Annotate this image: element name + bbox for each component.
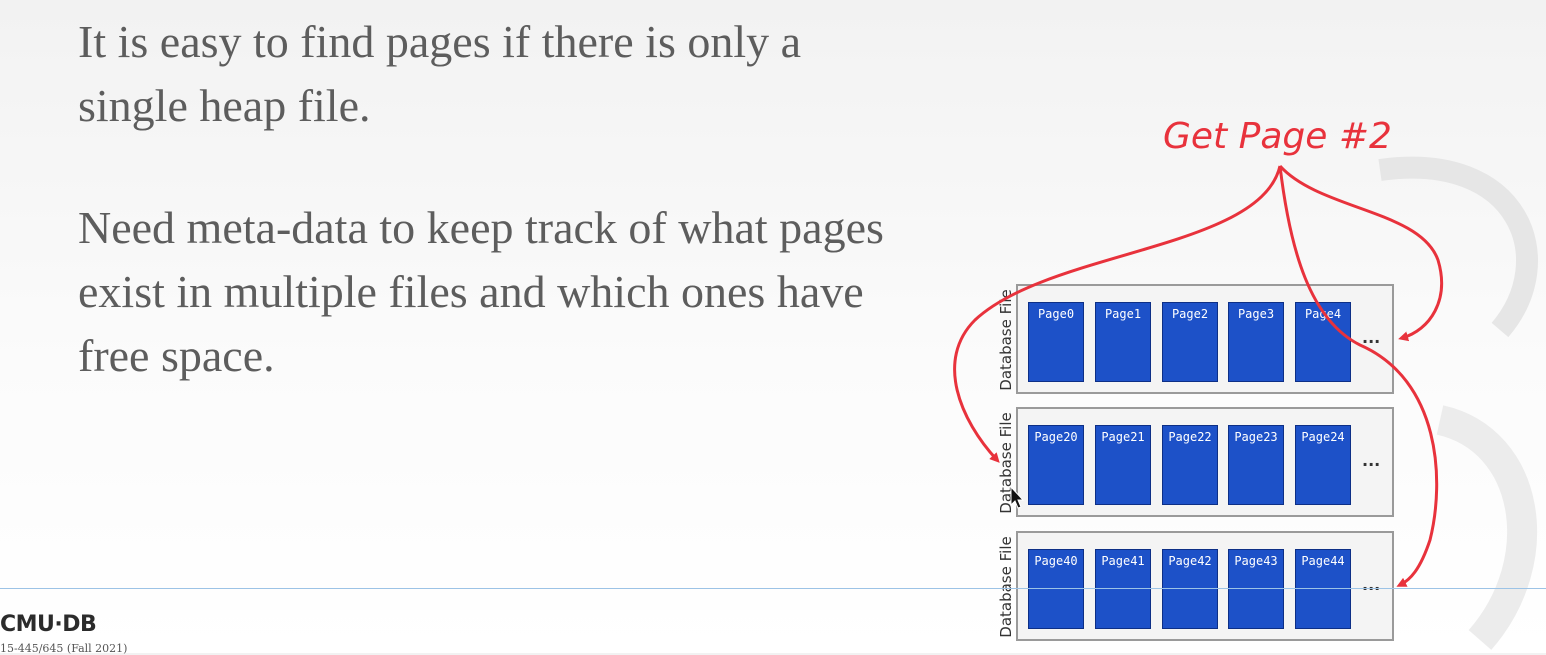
- database-file-1: Page20 Page21 Page22 Page23 Page24 ...: [1016, 407, 1394, 517]
- bullet-text-metadata: Need meta-data to keep track of what pag…: [78, 202, 884, 381]
- database-file-0: Page0 Page1 Page2 Page3 Page4 ...: [1016, 284, 1394, 394]
- page-block: Page1: [1095, 302, 1151, 382]
- page-block: Page44: [1295, 549, 1351, 629]
- page-block: Page20: [1028, 425, 1084, 505]
- get-page-callout: Get Page #2: [1163, 116, 1392, 157]
- course-label: 15-445/645 (Fall 2021): [0, 642, 128, 655]
- mouse-cursor-icon: [1010, 486, 1025, 509]
- bullet-text-single-heap-file: It is easy to find pages if there is onl…: [78, 16, 802, 131]
- page-block: Page22: [1162, 425, 1218, 505]
- page-block: Page40: [1028, 549, 1084, 629]
- database-file-label: Database File: [997, 536, 1015, 638]
- page-block: Page43: [1228, 549, 1284, 629]
- page-block: Page41: [1095, 549, 1151, 629]
- database-file-2: Page40 Page41 Page42 Page43 Page44 ...: [1016, 531, 1394, 641]
- cmu-db-logo: CMU·DB: [0, 612, 97, 637]
- database-file-label: Database File: [997, 289, 1015, 391]
- page-block: Page4: [1295, 302, 1351, 382]
- more-pages-ellipsis: ...: [1362, 451, 1381, 470]
- page-block: Page24: [1295, 425, 1351, 505]
- footer-divider: [0, 588, 1546, 589]
- page-block: Page3: [1228, 302, 1284, 382]
- page-block: Page2: [1162, 302, 1218, 382]
- page-block: Page42: [1162, 549, 1218, 629]
- page-block: Page23: [1228, 425, 1284, 505]
- page-block: Page0: [1028, 302, 1084, 382]
- more-pages-ellipsis: ...: [1362, 328, 1381, 347]
- page-block: Page21: [1095, 425, 1151, 505]
- more-pages-ellipsis: ...: [1362, 575, 1381, 594]
